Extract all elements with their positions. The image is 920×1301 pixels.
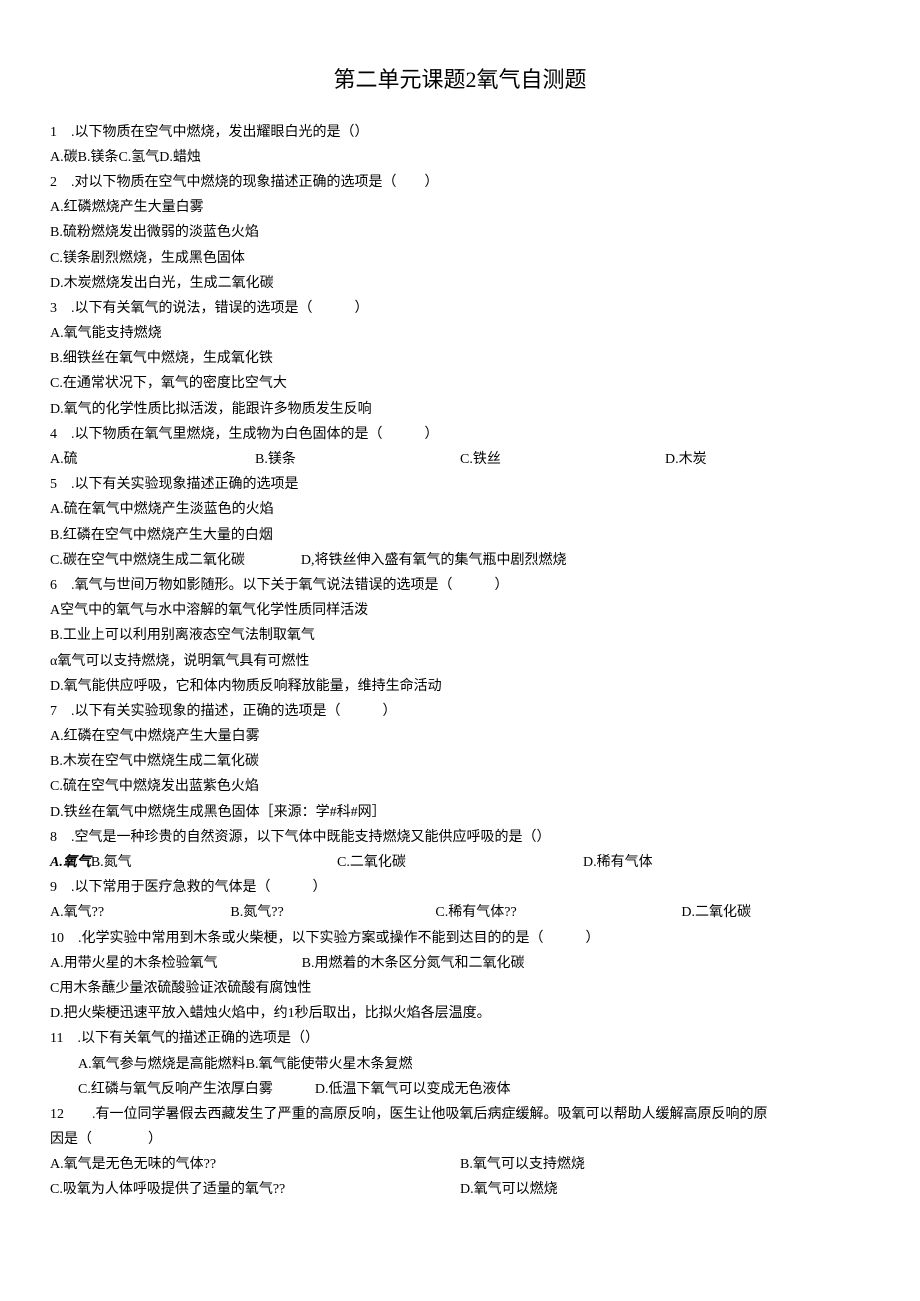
q5-opt-cd: C.碳在空气中燃烧生成二氧化碳 D,将铁丝伸入盛有氧气的集气瓶中剧烈燃烧 xyxy=(50,548,870,573)
q12-opt-d: D.氧气可以燃烧 xyxy=(460,1177,870,1202)
q7-stem: 7 .以下有关实验现象的描述，正确的选项是（ ） xyxy=(50,699,870,724)
q11-stem: 11 .以下有关氧气的描述正确的选项是（） xyxy=(50,1026,870,1051)
q9-opt-a: A.氧气?? xyxy=(50,900,230,925)
q9-opt-d: D.二氧化碳 xyxy=(681,900,861,925)
q4-stem: 4 .以下物质在氧气里燃烧，生成物为白色固体的是（ ） xyxy=(50,422,870,447)
page-title: 第二单元课题2氧气自测题 xyxy=(50,60,870,100)
q12-row1: A.氧气是无色无味的气体?? B.氧气可以支持燃烧 xyxy=(50,1152,870,1177)
q3-opt-b: B.细铁丝在氧气中燃烧，生成氧化铁 xyxy=(50,346,870,371)
q6-opt-c: α氧气可以支持燃烧，说明氧气具有可燃性 xyxy=(50,649,870,674)
q8-opt-c: C.二氧化碳 xyxy=(337,850,583,875)
q3-opt-d: D.氧气的化学性质比拟活泼，能跟许多物质发生反响 xyxy=(50,397,870,422)
q4-opt-b: B.镁条 xyxy=(255,447,460,472)
q4-opt-d: D.木炭 xyxy=(665,447,870,472)
q3-stem: 3 .以下有关氧气的说法，错误的选项是（ ） xyxy=(50,296,870,321)
q5-opt-a: A.硫在氧气中燃烧产生淡蓝色的火焰 xyxy=(50,497,870,522)
q10-opt-d: D.把火柴梗迅速平放入蜡烛火焰中，约1秒后取出，比拟火焰各层温度。 xyxy=(50,1001,870,1026)
question-5: 5 .以下有关实验现象描述正确的选项是 A.硫在氧气中燃烧产生淡蓝色的火焰 B.… xyxy=(50,472,870,573)
q12-stem: 12 .有一位同学暑假去西藏发生了严重的高原反响，医生让他吸氧后病症缓解。吸氧可… xyxy=(50,1102,870,1127)
q7-opt-a: A.红磷在空气中燃烧产生大量白雾 xyxy=(50,724,870,749)
question-7: 7 .以下有关实验现象的描述，正确的选项是（ ） A.红磷在空气中燃烧产生大量白… xyxy=(50,699,870,825)
q8-options: A.氧气B.氮气 C.二氧化碳 D.稀有气体 xyxy=(50,850,870,875)
q3-opt-a: A.氧气能支持燃烧 xyxy=(50,321,870,346)
q7-opt-c: C.硫在空气中燃烧发出蓝紫色火焰 xyxy=(50,774,870,799)
question-11: 11 .以下有关氧气的描述正确的选项是（） A.氧气参与燃烧是高能燃料B.氧气能… xyxy=(50,1026,870,1102)
q6-opt-a: A空气中的氧气与水中溶解的氧气化学性质同样活泼 xyxy=(50,598,870,623)
q8-stem: 8 .空气是一种珍贵的自然资源，以下气体中既能支持燃烧又能供应呼吸的是（） xyxy=(50,825,870,850)
q12-opt-c: C.吸氧为人体呼吸提供了适量的氧气?? xyxy=(50,1177,460,1202)
q8-b-text: B.氮气 xyxy=(91,850,132,875)
q8-a-italic: 氧气 xyxy=(63,850,91,875)
q11-opt-cd: C.红磷与氧气反响产生浓厚白雾 D.低温下氧气可以变成无色液体 xyxy=(50,1077,870,1102)
q9-opt-b: B.氮气?? xyxy=(230,900,435,925)
q12-stem2: 因是（ ） xyxy=(50,1127,870,1152)
q3-opt-c: C.在通常状况下，氧气的密度比空气大 xyxy=(50,371,870,396)
q9-opt-c: C.稀有气体?? xyxy=(435,900,681,925)
q12-opt-a: A.氧气是无色无味的气体?? xyxy=(50,1152,460,1177)
question-2: 2 .对以下物质在空气中燃烧的现象描述正确的选项是（ ） A.红磷燃烧产生大量白… xyxy=(50,170,870,296)
q1-stem: 1 .以下物质在空气中燃烧，发出耀眼白光的是（） xyxy=(50,120,870,145)
q7-opt-b: B.木炭在空气中燃烧生成二氧化碳 xyxy=(50,749,870,774)
q4-options: A.硫 B.镁条 C.铁丝 D.木炭 xyxy=(50,447,870,472)
q2-opt-b: B.硫粉燃烧发出微弱的淡蓝色火焰 xyxy=(50,220,870,245)
question-12: 12 .有一位同学暑假去西藏发生了严重的高原反响，医生让他吸氧后病症缓解。吸氧可… xyxy=(50,1102,870,1203)
q9-stem: 9 .以下常用于医疗急救的气体是（ ） xyxy=(50,875,870,900)
question-9: 9 .以下常用于医疗急救的气体是（ ） A.氧气?? B.氮气?? C.稀有气体… xyxy=(50,875,870,925)
question-1: 1 .以下物质在空气中燃烧，发出耀眼白光的是（） A.碳B.镁条C.氢气D.蜡烛 xyxy=(50,120,870,170)
q10-opt-c: C用木条蘸少量浓硫酸验证浓硫酸有腐蚀性 xyxy=(50,976,870,1001)
q1-options: A.碳B.镁条C.氢气D.蜡烛 xyxy=(50,145,870,170)
q6-opt-d: D.氧气能供应呼吸，它和体内物质反响释放能量，维持生命活动 xyxy=(50,674,870,699)
q2-opt-c: C.镁条剧烈燃烧，生成黑色固体 xyxy=(50,246,870,271)
q5-stem: 5 .以下有关实验现象描述正确的选项是 xyxy=(50,472,870,497)
question-8: 8 .空气是一种珍贵的自然资源，以下气体中既能支持燃烧又能供应呼吸的是（） A.… xyxy=(50,825,870,875)
q4-opt-c: C.铁丝 xyxy=(460,447,665,472)
question-6: 6 .氧气与世间万物如影随形。以下关于氧气说法错误的选项是（ ） A空气中的氧气… xyxy=(50,573,870,699)
q8-opt-d: D.稀有气体 xyxy=(583,850,829,875)
q5-opt-b: B.红磷在空气中燃烧产生大量的白烟 xyxy=(50,523,870,548)
q8-opt-ab: A.氧气B.氮气 xyxy=(50,850,337,875)
question-10: 10 .化学实验中常用到木条或火柴梗，以下实验方案或操作不能到达目的的是（ ） … xyxy=(50,926,870,1027)
q6-stem: 6 .氧气与世间万物如影随形。以下关于氧气说法错误的选项是（ ） xyxy=(50,573,870,598)
q4-opt-a: A.硫 xyxy=(50,447,255,472)
q7-opt-d: D.铁丝在氧气中燃烧生成黑色固体［来源：学#科#网］ xyxy=(50,800,870,825)
question-3: 3 .以下有关氧气的说法，错误的选项是（ ） A.氧气能支持燃烧 B.细铁丝在氧… xyxy=(50,296,870,422)
q12-opt-b: B.氧气可以支持燃烧 xyxy=(460,1152,870,1177)
q9-options: A.氧气?? B.氮气?? C.稀有气体?? D.二氧化碳 xyxy=(50,900,870,925)
q10-opt-ab: A.用带火星的木条检验氧气 B.用燃着的木条区分氮气和二氧化碳 xyxy=(50,951,870,976)
q8-a-prefix: A. xyxy=(50,850,63,875)
q10-stem: 10 .化学实验中常用到木条或火柴梗，以下实验方案或操作不能到达目的的是（ ） xyxy=(50,926,870,951)
question-4: 4 .以下物质在氧气里燃烧，生成物为白色固体的是（ ） A.硫 B.镁条 C.铁… xyxy=(50,422,870,472)
q11-opt-ab: A.氧气参与燃烧是高能燃料B.氧气能使带火星木条复燃 xyxy=(50,1052,870,1077)
q2-stem: 2 .对以下物质在空气中燃烧的现象描述正确的选项是（ ） xyxy=(50,170,870,195)
q2-opt-d: D.木炭燃烧发出白光，生成二氧化碳 xyxy=(50,271,870,296)
q6-opt-b: B.工业上可以利用别离液态空气法制取氧气 xyxy=(50,623,870,648)
q2-opt-a: A.红磷燃烧产生大量白雾 xyxy=(50,195,870,220)
q12-row2: C.吸氧为人体呼吸提供了适量的氧气?? D.氧气可以燃烧 xyxy=(50,1177,870,1202)
